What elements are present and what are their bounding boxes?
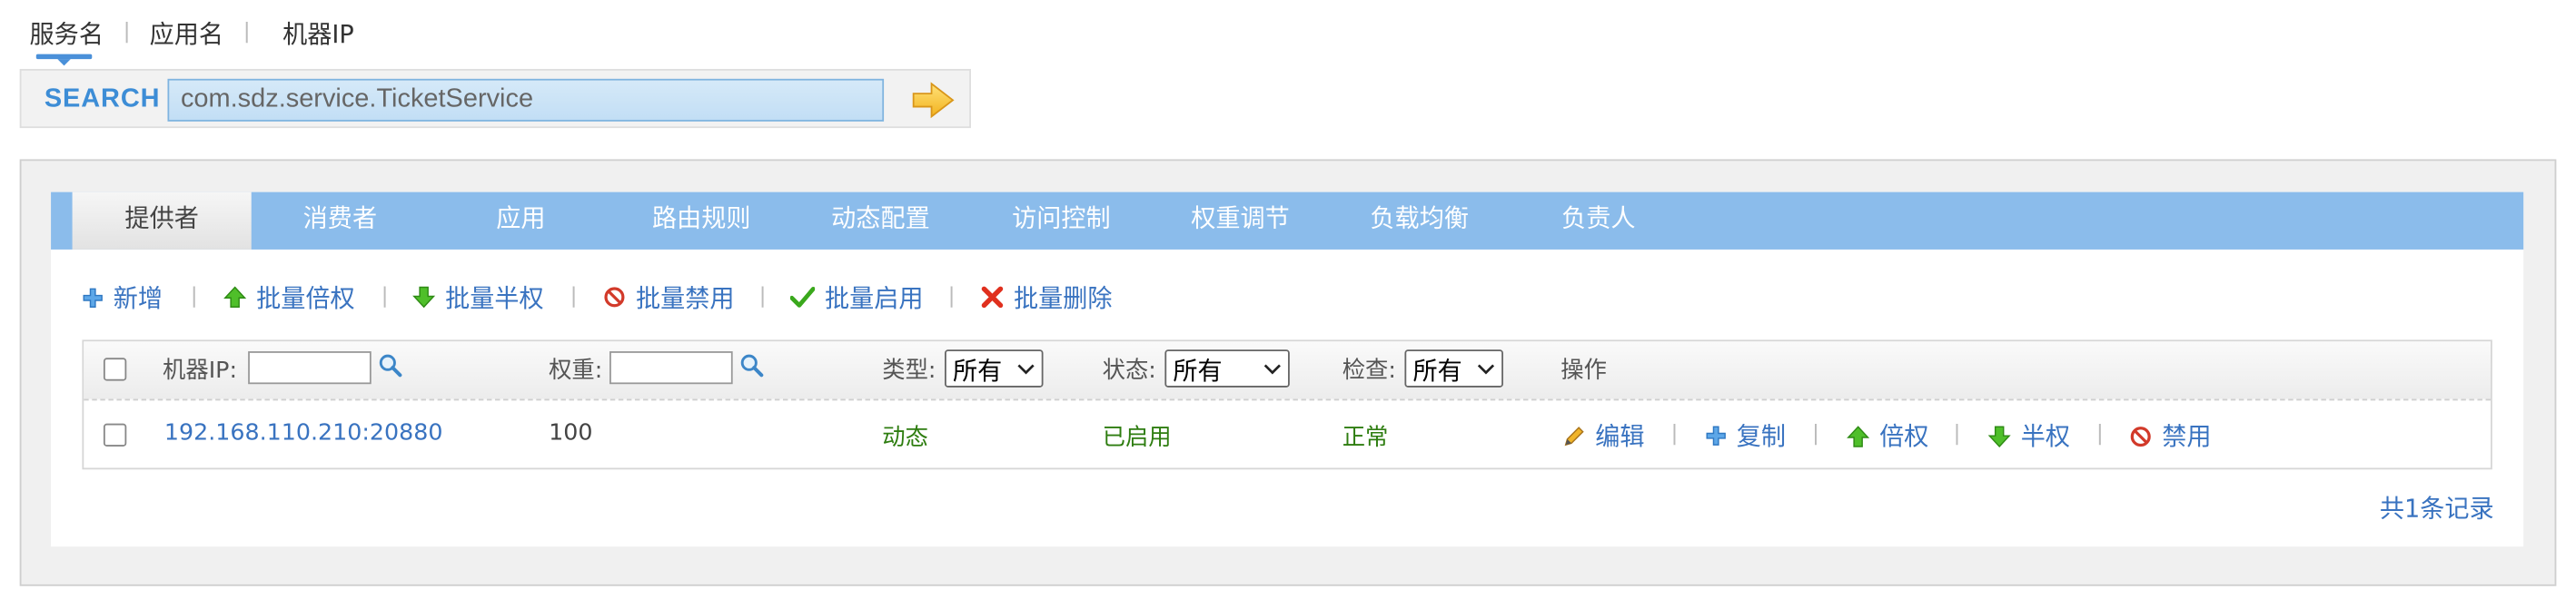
arrow-up-icon: [1847, 425, 1870, 447]
arrow-right-icon[interactable]: [912, 82, 955, 119]
divider: |: [243, 19, 251, 44]
edit-label: 编辑: [1595, 421, 1645, 452]
batch-delete-button[interactable]: 批量删除: [981, 280, 1113, 313]
check-filter-select[interactable]: 所有: [1404, 349, 1503, 388]
tab-weight-adjust[interactable]: 权重调节: [1172, 192, 1310, 250]
double-weight-label: 倍权: [1879, 421, 1929, 452]
divider: |: [1670, 421, 1679, 447]
tab-access-control[interactable]: 访问控制: [992, 192, 1130, 250]
tab-dynamic-config[interactable]: 动态配置: [811, 192, 949, 250]
copy-label: 复制: [1736, 421, 1787, 452]
divider: |: [381, 283, 389, 309]
search-icon[interactable]: [739, 353, 764, 378]
divider: |: [190, 283, 198, 309]
search-type-application[interactable]: 应用名: [150, 16, 223, 51]
divider: |: [1953, 421, 1961, 447]
search-label: SEARCH: [44, 85, 161, 113]
type-filter-value: 所有: [953, 356, 1003, 387]
check-header: 检查:: [1342, 358, 1396, 385]
type-header: 类型:: [882, 358, 936, 385]
check-filter-value: 所有: [1412, 356, 1462, 387]
disable-icon: [2130, 426, 2151, 447]
batch-double-weight-button[interactable]: 批量倍权: [223, 280, 355, 313]
weight-filter-input[interactable]: [609, 351, 733, 385]
batch-half-weight-label: 批量半权: [445, 283, 544, 313]
delete-icon: [981, 286, 1004, 309]
batch-disable-button[interactable]: 批量禁用: [603, 280, 735, 313]
provider-check: 正常: [1342, 425, 1389, 452]
batch-delete-label: 批量删除: [1013, 283, 1113, 313]
chevron-down-icon: [1263, 364, 1281, 375]
batch-enable-button[interactable]: 批量启用: [789, 280, 924, 313]
batch-disable-label: 批量禁用: [635, 283, 735, 313]
arrow-down-icon: [412, 286, 436, 309]
batch-half-weight-button[interactable]: 批量半权: [412, 280, 544, 313]
half-weight-button[interactable]: 半权: [1987, 418, 2070, 453]
row-checkbox[interactable]: [103, 423, 127, 447]
disable-icon: [604, 287, 625, 308]
type-filter-select[interactable]: 所有: [945, 349, 1044, 388]
half-weight-label: 半权: [2020, 421, 2070, 452]
provider-address-link[interactable]: 192.168.110.210:20880: [164, 420, 443, 447]
tab-consumers[interactable]: 消费者: [271, 192, 409, 250]
ip-filter-input[interactable]: [248, 351, 372, 385]
tab-owners[interactable]: 负责人: [1546, 192, 1651, 250]
search-type-service[interactable]: 服务名: [30, 16, 104, 51]
disable-button[interactable]: 禁用: [2129, 418, 2212, 453]
ip-header: 机器IP:: [163, 358, 237, 385]
add-button[interactable]: 新增: [82, 280, 163, 313]
copy-icon: [1706, 426, 1726, 446]
status-header: 状态:: [1102, 358, 1156, 385]
divider: |: [570, 283, 578, 309]
batch-enable-label: 批量启用: [824, 283, 924, 313]
divider: |: [758, 283, 767, 309]
status-filter-select[interactable]: 所有: [1164, 349, 1290, 388]
status-filter-value: 所有: [1173, 356, 1223, 387]
select-all-checkbox[interactable]: [103, 358, 127, 381]
weight-header: 权重:: [549, 358, 603, 385]
active-search-type-caret: [57, 59, 71, 66]
copy-button[interactable]: 复制: [1705, 418, 1786, 453]
operations-header: 操作: [1560, 358, 1607, 385]
search-input[interactable]: [167, 78, 885, 122]
add-label: 新增: [113, 283, 163, 313]
tab-routing-rules[interactable]: 路由规则: [632, 192, 770, 250]
check-icon: [789, 286, 816, 308]
double-weight-button[interactable]: 倍权: [1847, 418, 1928, 453]
arrow-up-icon: [223, 286, 247, 308]
provider-type: 动态: [882, 425, 928, 452]
pencil-icon: [1564, 426, 1584, 446]
edit-button[interactable]: 编辑: [1562, 418, 1645, 453]
provider-status: 已启用: [1102, 425, 1172, 452]
search-type-machine-ip[interactable]: 机器IP: [282, 16, 354, 51]
plus-icon: [83, 287, 103, 308]
chevron-down-icon: [1477, 364, 1495, 375]
chevron-down-icon: [1017, 364, 1035, 375]
divider: |: [2095, 421, 2104, 447]
tab-providers[interactable]: 提供者: [72, 191, 252, 250]
disable-label: 禁用: [2162, 421, 2212, 452]
search-icon[interactable]: [378, 353, 402, 378]
divider: |: [123, 19, 131, 44]
arrow-down-icon: [1987, 425, 2011, 447]
tab-load-balance[interactable]: 负载均衡: [1351, 192, 1489, 250]
record-count: 共1条记录: [2379, 494, 2494, 524]
divider: |: [947, 283, 956, 309]
batch-double-weight-label: 批量倍权: [256, 283, 355, 313]
divider: |: [1811, 421, 1819, 447]
tab-applications[interactable]: 应用: [468, 192, 573, 250]
provider-weight: 100: [549, 420, 593, 447]
